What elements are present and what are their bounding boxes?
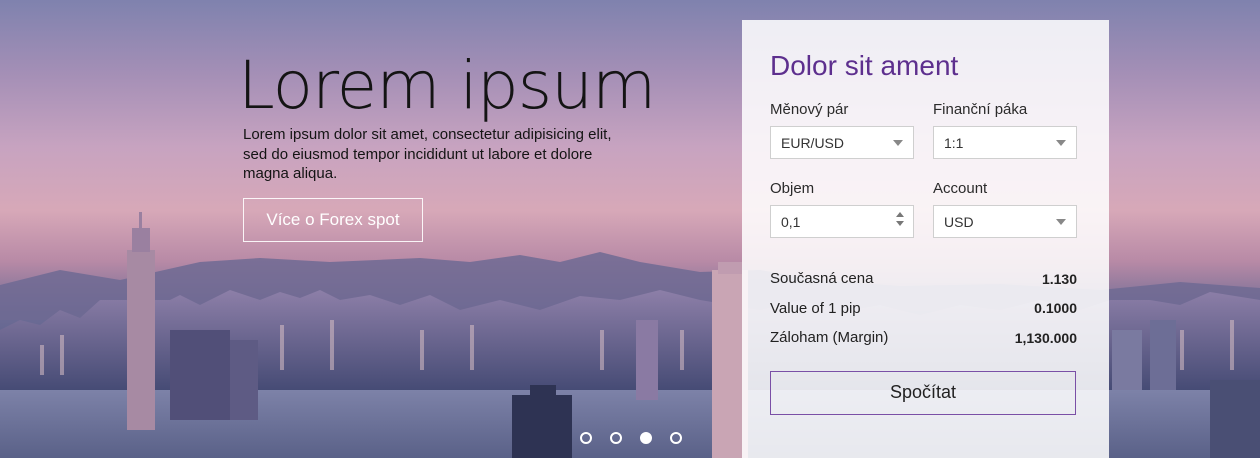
volume-value: 0,1: [781, 213, 801, 230]
stepper-up-icon[interactable]: [896, 212, 904, 217]
result-label: Současná cena: [770, 270, 874, 288]
hero-banner: Lorem ipsum Lorem ipsum dolor sit amet, …: [0, 0, 1260, 458]
result-row-current-price: Současná cena 1.130: [770, 264, 1077, 294]
account-select[interactable]: USD: [933, 205, 1077, 238]
currency-pair-select[interactable]: EUR/USD: [770, 126, 914, 159]
currency-pair-field: Měnový pár EUR/USD: [770, 100, 914, 159]
stepper-down-icon[interactable]: [896, 221, 904, 226]
hero-description: Lorem ipsum dolor sit amet, consectetur …: [243, 126, 612, 182]
chevron-down-icon: [1056, 140, 1066, 146]
calculator-title: Dolor sit ament: [770, 50, 959, 81]
carousel-dot-3-active[interactable]: [640, 432, 652, 444]
result-label: Záloham (Margin): [770, 329, 889, 347]
account-value: USD: [944, 213, 974, 230]
volume-input[interactable]: 0,1: [770, 205, 914, 238]
carousel-dot-4[interactable]: [670, 432, 682, 444]
currency-pair-label: Měnový pár: [770, 101, 849, 118]
volume-label: Objem: [770, 180, 815, 197]
quantity-stepper[interactable]: [896, 212, 904, 226]
leverage-value: 1:1: [944, 134, 964, 151]
calculate-button[interactable]: Spočítat: [770, 370, 1076, 415]
result-value: 0.1000: [1034, 300, 1077, 317]
hero-headline: Lorem ipsum: [238, 47, 656, 124]
result-value: 1.130: [1041, 270, 1077, 287]
result-row-margin: Záloham (Margin) 1,130.000: [770, 323, 1077, 353]
carousel-dot-1[interactable]: [580, 432, 592, 444]
learn-more-button[interactable]: Více o Forex spot: [243, 198, 423, 242]
carousel-dot-2[interactable]: [610, 432, 622, 444]
result-label: Value of 1 pip: [770, 299, 861, 317]
account-label: Account: [933, 180, 988, 197]
chevron-down-icon: [893, 140, 903, 146]
account-field: Account USD: [933, 179, 1077, 238]
calculation-results: Současná cena 1.130 Value of 1 pip 0.100…: [770, 264, 1077, 353]
volume-field: Objem 0,1: [770, 179, 914, 238]
leverage-field: Finanční páka 1:1: [933, 100, 1077, 159]
leverage-select[interactable]: 1:1: [933, 126, 1077, 159]
forex-calculator-panel: Dolor sit ament Měnový pár EUR/USD Finan…: [742, 20, 1109, 458]
leverage-label: Finanční páka: [933, 101, 1028, 118]
carousel-pagination: [580, 432, 682, 444]
chevron-down-icon: [1056, 219, 1066, 225]
result-row-pip-value: Value of 1 pip 0.1000: [770, 294, 1077, 324]
currency-pair-value: EUR/USD: [781, 134, 845, 151]
result-value: 1,130.000: [1014, 329, 1077, 346]
